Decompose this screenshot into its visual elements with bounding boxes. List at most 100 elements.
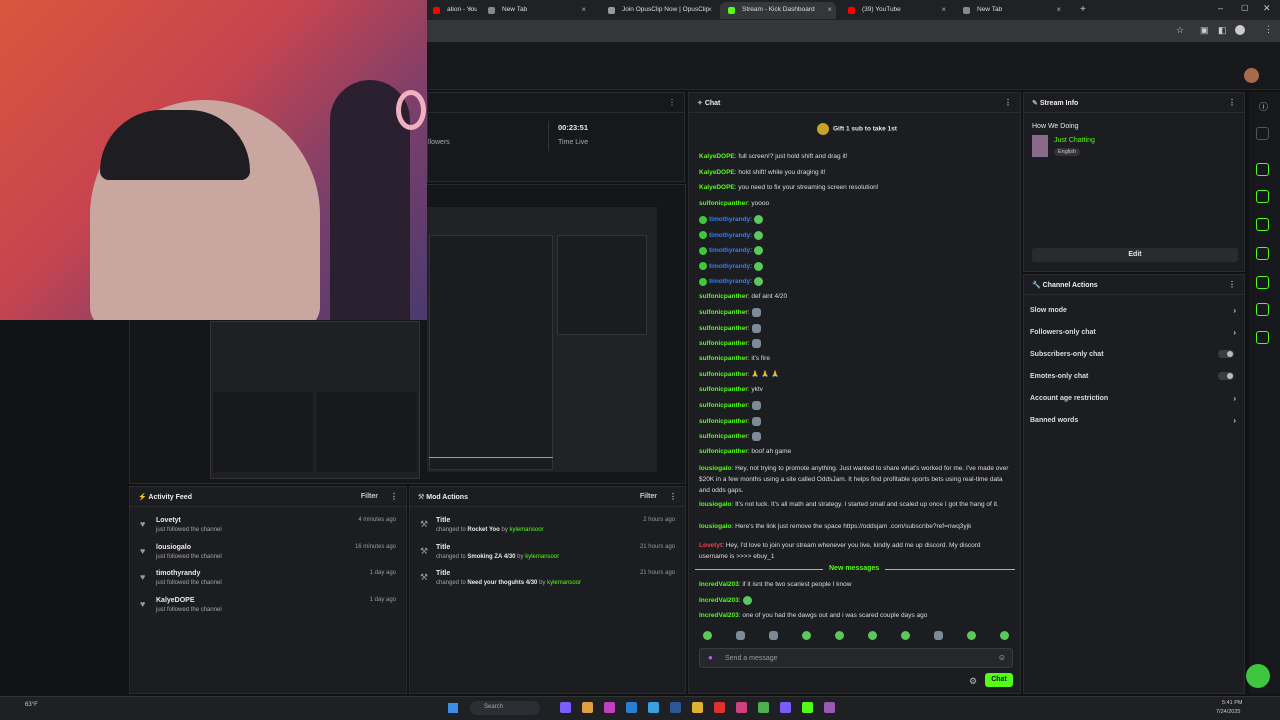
chat-username[interactable]: KalyeDOPE [699,184,735,191]
chat-username[interactable]: lousiogalo [699,523,732,530]
chat-username[interactable]: sulfonicpanther [699,418,748,425]
minimize-button[interactable]: – [1218,3,1223,13]
category-link[interactable]: Just Chatting [1054,137,1095,144]
channel-action-row[interactable]: Emotes-only chat [1030,372,1236,380]
channel-actions-menu-icon[interactable]: ⋮ [1228,280,1236,289]
chat-username[interactable]: timothyrandy [709,232,750,239]
channel-action-row[interactable]: Account age restriction › [1030,394,1236,403]
stream-info-menu-icon[interactable]: ⋮ [1228,98,1236,107]
browser-tab[interactable]: Join OpusClip Now | OpusClip × [600,2,716,19]
chat-username[interactable]: sulfonicpanther [699,448,748,455]
taskbar-app-6[interactable] [670,702,681,713]
browser-tab[interactable]: New Tab × [955,2,1065,19]
star-icon[interactable]: ☆ [1176,25,1184,36]
emote-3[interactable] [769,631,778,640]
info-icon[interactable]: ⓘ [1259,100,1268,113]
emote-10[interactable] [1000,631,1009,640]
edit-tool-icon[interactable] [1256,127,1269,140]
mod-action-user[interactable]: kylemansoor [510,527,544,533]
toggle-switch[interactable] [1218,350,1234,358]
emote-6[interactable] [868,631,877,640]
chat-username[interactable]: IncredVal203 [699,612,739,619]
chat-username[interactable]: timothyrandy [709,216,750,223]
tab-close-icon[interactable]: × [581,5,586,14]
menu-icon[interactable]: ⋮ [1264,24,1273,35]
browser-tab[interactable]: New Tab × [480,2,590,19]
taskbar-app-11[interactable] [780,702,791,713]
tool-icon-8[interactable] [1256,331,1269,344]
chat-username[interactable]: sulfonicpanther [699,325,748,332]
chat-username[interactable]: sulfonicpanther [699,340,748,347]
chat-username[interactable]: sulfonicpanther [699,200,748,207]
mod-menu-icon[interactable]: ⋮ [669,492,677,501]
chat-username[interactable]: sulfonicpanther [699,355,748,362]
tab-close-icon[interactable]: × [941,5,946,14]
taskbar-app-3[interactable] [604,702,615,713]
tool-icon-2[interactable] [1256,163,1269,176]
mod-action-user[interactable]: kylemansoor [547,580,581,586]
emote-7[interactable] [901,631,910,640]
taskbar-app-2[interactable] [582,702,593,713]
chat-username[interactable]: timothyrandy [709,278,750,285]
chat-username[interactable]: KalyeDOPE [699,153,735,160]
browser-tab[interactable]: (39) YouTube × [840,2,950,19]
chat-username[interactable]: sulfonicpanther [699,309,748,316]
taskbar-app-9[interactable] [736,702,747,713]
mic-icon[interactable]: ● [708,653,713,662]
browser-tab[interactable]: ation - YouTu× [425,2,477,19]
profile-icon[interactable] [1235,25,1245,35]
activity-filter-button[interactable]: Filter [361,493,378,500]
chat-username[interactable]: lousiogalo [699,501,732,508]
tool-icon-3[interactable] [1256,190,1269,203]
chat-username[interactable]: KalyeDOPE [699,169,735,176]
activity-menu-icon[interactable]: ⋮ [390,492,398,501]
tab-close-icon[interactable]: × [468,5,473,14]
tool-icon-7[interactable] [1256,303,1269,316]
sidebar-icon[interactable]: ◧ [1218,25,1227,36]
edit-button[interactable]: Edit [1032,248,1238,262]
emote-2[interactable] [736,631,745,640]
taskbar-app-7[interactable] [692,702,703,713]
chat-username[interactable]: IncredVal203 [699,581,739,588]
user-avatar[interactable] [1244,68,1259,83]
chat-username[interactable]: sulfonicpanther [699,402,748,409]
channel-action-row[interactable]: Followers-only chat › [1030,328,1236,337]
chat-username[interactable]: sulfonicpanther [699,293,748,300]
chat-username[interactable]: IncredVal203 [699,597,739,604]
emoji-icon[interactable]: ☺ [998,653,1006,662]
extensions-icon[interactable]: ▣ [1200,25,1209,36]
chat-username[interactable]: lousiogalo [699,465,732,472]
taskbar-app-10[interactable] [758,702,769,713]
taskbar-time[interactable]: 5:41 PM [1222,700,1242,706]
chat-username[interactable]: sulfonicpanther [699,433,748,440]
tool-icon-5[interactable] [1256,247,1269,260]
chat-send-button[interactable]: Chat [985,673,1013,687]
chat-username[interactable]: sulfonicpanther [699,386,748,393]
chat-settings-icon[interactable]: ⚙ [969,676,977,687]
browser-tab[interactable]: Stream - Kick Dashboard × [720,2,836,19]
mod-action-user[interactable]: kylemansoor [525,554,559,560]
taskbar-app-4[interactable] [626,702,637,713]
stats-menu-icon[interactable]: ⋮ [668,98,676,107]
taskbar-app-1[interactable] [560,702,571,713]
taskbar-search[interactable]: Search [470,701,540,715]
activity-user[interactable]: timothyrandy [156,570,406,577]
taskbar-app-13[interactable] [824,702,835,713]
toggle-switch[interactable] [1218,372,1234,380]
chat-menu-icon[interactable]: ⋮ [1004,98,1012,107]
chat-username[interactable]: timothyrandy [709,247,750,254]
chat-username[interactable]: Lovetyt [699,542,722,549]
tab-close-icon[interactable]: × [1056,5,1061,14]
emote-1[interactable] [703,631,712,640]
taskbar-app-5[interactable] [648,702,659,713]
channel-action-row[interactable]: Subscribers-only chat [1030,350,1236,358]
emote-9[interactable] [967,631,976,640]
gift-banner[interactable]: Gift 1 sub to take 1st [817,123,897,135]
tool-icon-6[interactable] [1256,276,1269,289]
start-icon[interactable] [448,703,458,713]
chat-username[interactable]: sulfonicpanther [699,371,748,378]
chat-input[interactable]: ● Send a message ☺ [699,648,1013,668]
emote-4[interactable] [802,631,811,640]
mod-filter-button[interactable]: Filter [640,493,657,500]
emote-8[interactable] [934,631,943,640]
